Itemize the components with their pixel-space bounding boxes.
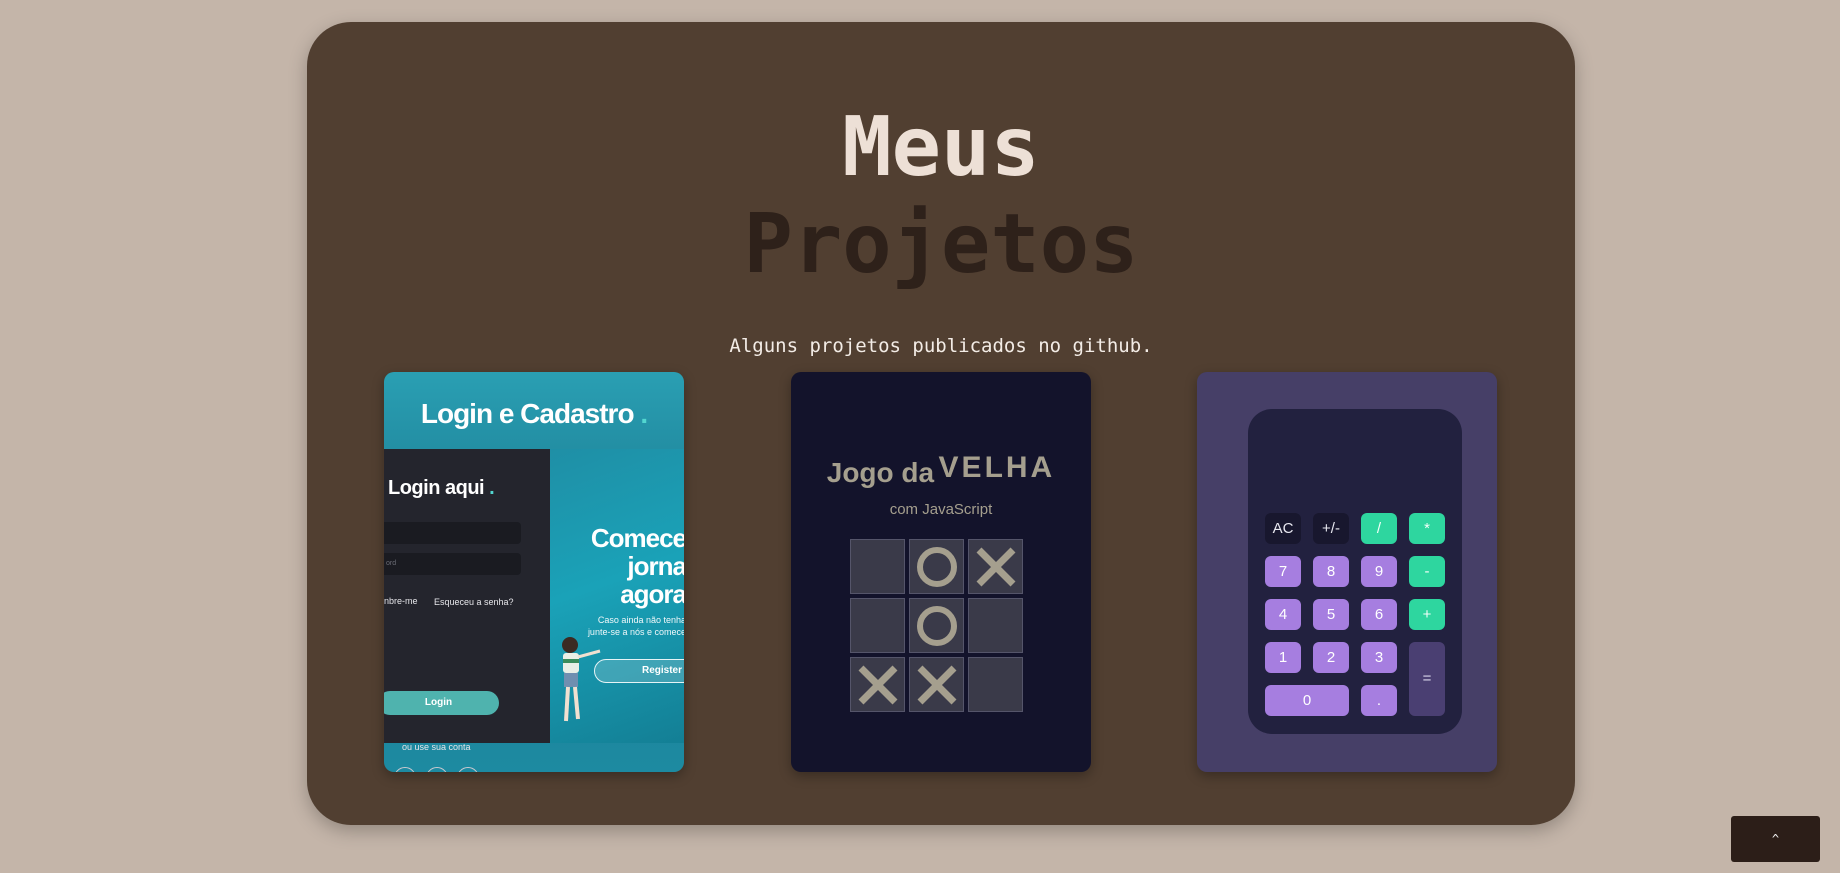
facebook-icon: f: [394, 767, 416, 772]
calc-button-decimal: .: [1361, 685, 1397, 716]
username-field: [384, 522, 521, 544]
calc-button-3: 3: [1361, 642, 1397, 673]
tictactoe-cell: [909, 539, 964, 594]
o-mark-icon: [916, 546, 957, 587]
project-card-tictactoe[interactable]: Jogo da VELHA com JavaScript: [791, 372, 1091, 772]
tictactoe-board: [850, 539, 1027, 716]
linkedin-icon: in: [457, 767, 479, 772]
or-use-account-text: ou use sua conta: [402, 742, 471, 752]
calc-button-4: 4: [1265, 599, 1301, 630]
login-card-title: Login e Cadastro .: [420, 398, 648, 429]
tictactoe-title: Jogo da VELHA: [826, 451, 1056, 488]
register-button: Register: [594, 659, 684, 683]
tictactoe-cell: [968, 598, 1023, 653]
tictactoe-subtitle: com JavaScript: [889, 501, 993, 518]
calc-button-6: 6: [1361, 599, 1397, 630]
tictactoe-cell: [909, 657, 964, 712]
calc-button-5: 5: [1313, 599, 1349, 630]
google-icon: G: [426, 767, 448, 772]
calc-button-negate: +/-: [1313, 513, 1349, 544]
calc-button-1: 1: [1265, 642, 1301, 673]
calc-button-2: 2: [1313, 642, 1349, 673]
calc-button-subtract: -: [1409, 556, 1445, 587]
tictactoe-cell: [968, 657, 1023, 712]
calc-button-add: +: [1409, 599, 1445, 630]
login-button: Login: [384, 691, 499, 715]
project-card-calculator[interactable]: AC +/- / * 7 8 9 - 4 5 6 + 1 2 3 = 0 .: [1197, 372, 1497, 772]
calculator-body: AC +/- / * 7 8 9 - 4 5 6 + 1 2 3 = 0 .: [1248, 409, 1462, 734]
register-heading: Comece jorna agora: [590, 523, 684, 609]
password-field: ord: [384, 553, 521, 575]
tictactoe-cell: [968, 539, 1023, 594]
project-card-login[interactable]: Login e Cadastro . Login aqui . ord nbre…: [384, 372, 684, 772]
o-mark-icon: [916, 605, 957, 646]
calc-button-8: 8: [1313, 556, 1349, 587]
page-title-line2: Projetos: [743, 197, 1139, 292]
tictactoe-cell: [850, 598, 905, 653]
calc-button-divide: /: [1361, 513, 1397, 544]
login-heading: Login aqui .: [388, 477, 495, 499]
chevron-up-icon: ^: [1771, 832, 1780, 846]
calc-button-multiply: *: [1409, 513, 1445, 544]
login-form-panel: Login aqui . ord nbre-me Esqueceu a senh…: [384, 449, 550, 772]
character-illustration: [562, 637, 601, 722]
tictactoe-cell: [850, 657, 905, 712]
x-mark-icon: [976, 547, 1015, 586]
calc-button-equals: =: [1409, 642, 1445, 716]
x-mark-icon: [858, 665, 897, 704]
x-mark-icon: [917, 665, 956, 704]
register-panel: Comece jorna agora Caso ainda não tenha …: [550, 449, 684, 743]
remember-me-label: nbre-me: [384, 596, 418, 606]
calc-button-9: 9: [1361, 556, 1397, 587]
tictactoe-cell: [909, 598, 964, 653]
page-subtitle: Alguns projetos publicados no github.: [729, 335, 1153, 357]
calc-button-7: 7: [1265, 556, 1301, 587]
forgot-password-link: Esqueceu a senha?: [434, 597, 514, 607]
calc-button-clear: AC: [1265, 513, 1301, 544]
calc-button-0: 0: [1265, 685, 1349, 716]
page-title-line1: Meus: [842, 100, 1040, 195]
scroll-to-top-button[interactable]: ^: [1731, 816, 1820, 862]
tictactoe-cell: [850, 539, 905, 594]
